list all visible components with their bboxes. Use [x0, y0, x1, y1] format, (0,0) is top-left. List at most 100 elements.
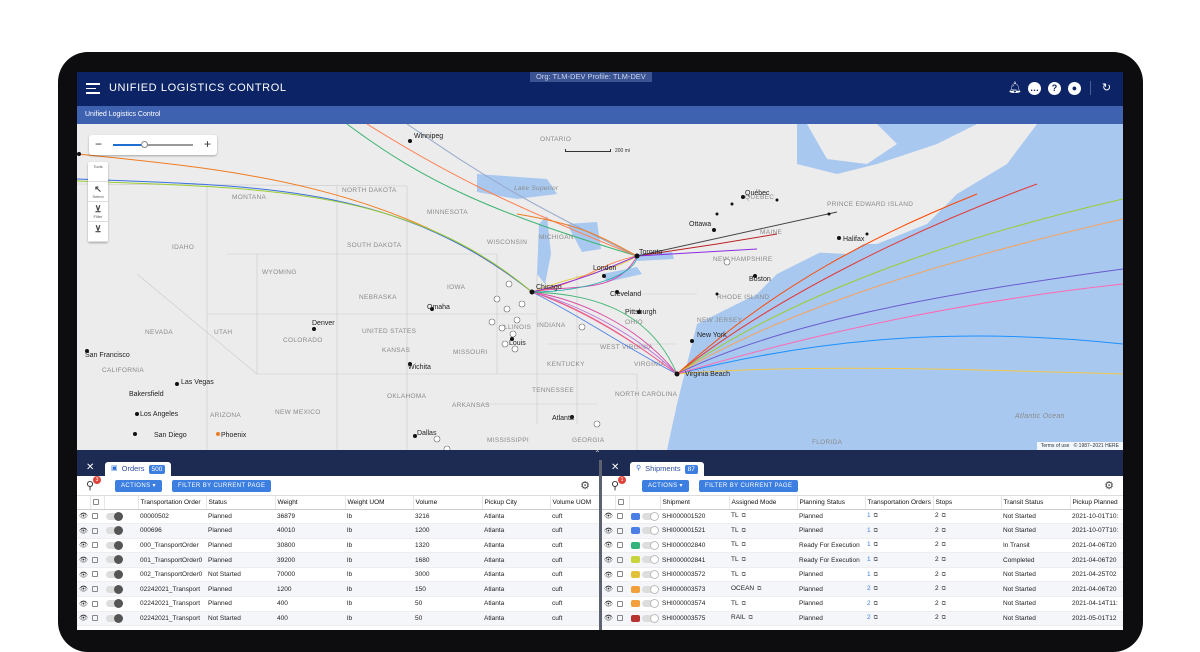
external-link-icon[interactable]: ⧉	[942, 528, 946, 534]
external-link-icon[interactable]: ⧉	[874, 601, 878, 607]
actions-button[interactable]: ACTIONS ▾	[115, 480, 162, 492]
select-all-checkbox[interactable]	[92, 499, 99, 506]
map-canvas[interactable]: MONTANA NORTH DAKOTA MINNESOTA IDAHO WYO…	[77, 124, 1123, 450]
external-link-icon[interactable]: ⧉	[942, 586, 946, 592]
row-checkbox[interactable]	[92, 571, 98, 578]
external-link-icon[interactable]: ⧉	[874, 542, 878, 548]
terms-of-use-link[interactable]: Terms of use	[1041, 443, 1070, 449]
eye-icon[interactable]: 👁︎	[77, 523, 90, 539]
column-header[interactable]: Pickup City	[482, 496, 551, 510]
eye-icon[interactable]: 👁︎	[77, 611, 90, 627]
row-checkbox[interactable]	[617, 556, 623, 563]
cell-value[interactable]: 1	[867, 527, 871, 534]
eye-icon[interactable]: 👁︎	[602, 567, 615, 583]
row-toggle[interactable]	[106, 555, 123, 565]
eye-icon[interactable]: 👁︎	[602, 596, 615, 612]
external-link-icon[interactable]: ⧉	[874, 528, 878, 534]
external-link-icon[interactable]: ⧉	[874, 572, 878, 578]
row-checkbox[interactable]	[617, 542, 623, 549]
tools-button[interactable]: Tools	[88, 162, 108, 182]
row-toggle[interactable]	[642, 613, 659, 623]
row-toggle[interactable]	[642, 570, 659, 580]
external-link-icon[interactable]: ⧉	[748, 615, 752, 621]
row-checkbox[interactable]	[617, 571, 623, 578]
zoom-out-button[interactable]: −	[95, 137, 102, 151]
row-toggle[interactable]	[106, 570, 123, 580]
eye-icon[interactable]: 👁︎	[77, 567, 90, 583]
table-row[interactable]: 👁︎ 02242021_Transport Not Started 400 lb 50 At…	[77, 611, 599, 627]
row-toggle[interactable]	[642, 599, 659, 609]
table-row[interactable]: 👁︎ 001_TransportOrder0 Planned 39200 lb 1680 A…	[77, 552, 599, 568]
external-link-icon[interactable]: ⧉	[742, 528, 746, 534]
row-toggle[interactable]	[106, 599, 123, 609]
column-header[interactable]: Assigned Mode	[729, 496, 798, 510]
eye-icon[interactable]: 👁︎	[602, 523, 615, 539]
table-row[interactable]: 👁︎ 00000502 Planned 36879 lb 3216 Atlanta cuft	[77, 509, 599, 525]
column-header[interactable]: Transportation Orders	[865, 496, 934, 510]
external-link-icon[interactable]: ⧉	[874, 513, 878, 519]
row-checkbox[interactable]	[617, 513, 623, 520]
actions-button[interactable]: ACTIONS ▾	[642, 480, 689, 492]
table-row[interactable]: 👁︎ SHI000001521 TL ⧉ Planned 1 ⧉ 2 ⧉ Not Started 2…	[602, 523, 1123, 539]
eye-icon[interactable]: 👁︎	[77, 509, 90, 525]
filter-tool-button[interactable]: ⊻ Filter	[88, 202, 108, 222]
row-toggle[interactable]	[106, 540, 123, 550]
row-checkbox[interactable]	[92, 556, 98, 563]
row-toggle[interactable]	[106, 613, 123, 623]
chat-icon[interactable]: …	[1028, 81, 1041, 95]
row-toggle[interactable]	[642, 511, 659, 521]
column-header[interactable]: Stops	[933, 496, 1002, 510]
row-toggle[interactable]	[642, 584, 659, 594]
cell-value[interactable]: 1	[867, 556, 871, 563]
column-header[interactable]: Volume UOM	[550, 496, 600, 510]
table-row[interactable]: 👁︎ SHI000001520 TL ⧉ Planned 1 ⧉ 2 ⧉ Not Started 2…	[602, 509, 1123, 525]
row-checkbox[interactable]	[92, 586, 98, 593]
map-view[interactable]: MONTANA NORTH DAKOTA MINNESOTA IDAHO WYO…	[77, 124, 1123, 450]
external-link-icon[interactable]: ⧉	[942, 601, 946, 607]
row-toggle[interactable]	[106, 511, 123, 521]
table-row[interactable]: 👁︎ 02242021_Transport Planned 400 lb 50 Atlant…	[77, 596, 599, 612]
cell-value[interactable]: 1	[867, 571, 871, 578]
row-checkbox[interactable]	[92, 615, 98, 622]
eye-icon[interactable]: 👁︎	[602, 552, 615, 568]
eye-icon[interactable]: 👁︎	[602, 581, 615, 598]
eye-icon[interactable]: 👁︎	[602, 538, 615, 554]
table-row[interactable]: 👁︎ 002_TransportOrder0 Not Started 70000 lb 3…	[77, 567, 599, 583]
column-header[interactable]: Status	[206, 496, 276, 510]
column-header[interactable]: Transportation Order	[138, 496, 207, 510]
chevron-up-icon[interactable]: ⌃	[594, 449, 601, 458]
column-header[interactable]: Volume	[413, 496, 483, 510]
gear-icon[interactable]: ⚙	[580, 479, 590, 492]
zoom-in-button[interactable]: +	[204, 137, 211, 151]
external-link-icon[interactable]: ⧉	[757, 586, 761, 592]
cell-value[interactable]: 2	[867, 614, 871, 621]
external-link-icon[interactable]: ⧉	[942, 542, 946, 548]
external-link-icon[interactable]: ⧉	[942, 615, 946, 621]
table-row[interactable]: 👁︎ SHI000002840 TL ⧉ Ready For Execution 1 ⧉ 2 ⧉…	[602, 538, 1123, 554]
column-header[interactable]: Weight	[275, 496, 346, 510]
row-checkbox[interactable]	[617, 600, 623, 607]
select-tool-button[interactable]: ↖ Select	[88, 182, 108, 202]
select-all-checkbox[interactable]	[617, 499, 624, 506]
bell-icon[interactable]: 🔔︎	[1008, 82, 1022, 95]
column-header[interactable]: Planning Status	[797, 496, 866, 510]
table-row[interactable]: 👁︎ SHI000003572 TL ⧉ Planned 1 ⧉ 2 ⧉ Not Started 2…	[602, 567, 1123, 583]
eye-icon[interactable]: 👁︎	[77, 581, 90, 598]
external-link-icon[interactable]: ⧉	[742, 542, 746, 548]
gear-icon[interactable]: ⚙	[1104, 479, 1114, 492]
panel-splitter[interactable]: ⌃	[77, 449, 1123, 460]
eye-icon[interactable]: 👁︎	[602, 611, 615, 627]
column-header[interactable]: Transit Status	[1001, 496, 1071, 510]
eye-icon[interactable]: 👁︎	[77, 596, 90, 612]
table-row[interactable]: 👁︎ 02242021_Transport Planned 1200 lb 150 Atla…	[77, 581, 599, 598]
close-icon[interactable]: ✕	[611, 462, 619, 473]
refresh-icon[interactable]: ↻	[1100, 82, 1113, 95]
row-toggle[interactable]	[106, 584, 123, 594]
table-row[interactable]: 👁︎ SHI000003573 OCEAN ⧉ Planned 2 ⧉ 2 ⧉ Not Start…	[602, 581, 1123, 598]
external-link-icon[interactable]: ⧉	[874, 586, 878, 592]
row-checkbox[interactable]	[617, 615, 623, 622]
column-header[interactable]: Shipment	[660, 496, 730, 510]
filter-by-page-button[interactable]: FILTER BY CURRENT PAGE	[172, 480, 272, 492]
table-row[interactable]: 👁︎ SHI000002841 TL ⧉ Ready For Execution 1 ⧉ 2 ⧉…	[602, 552, 1123, 568]
cell-value[interactable]: 2	[867, 600, 871, 607]
